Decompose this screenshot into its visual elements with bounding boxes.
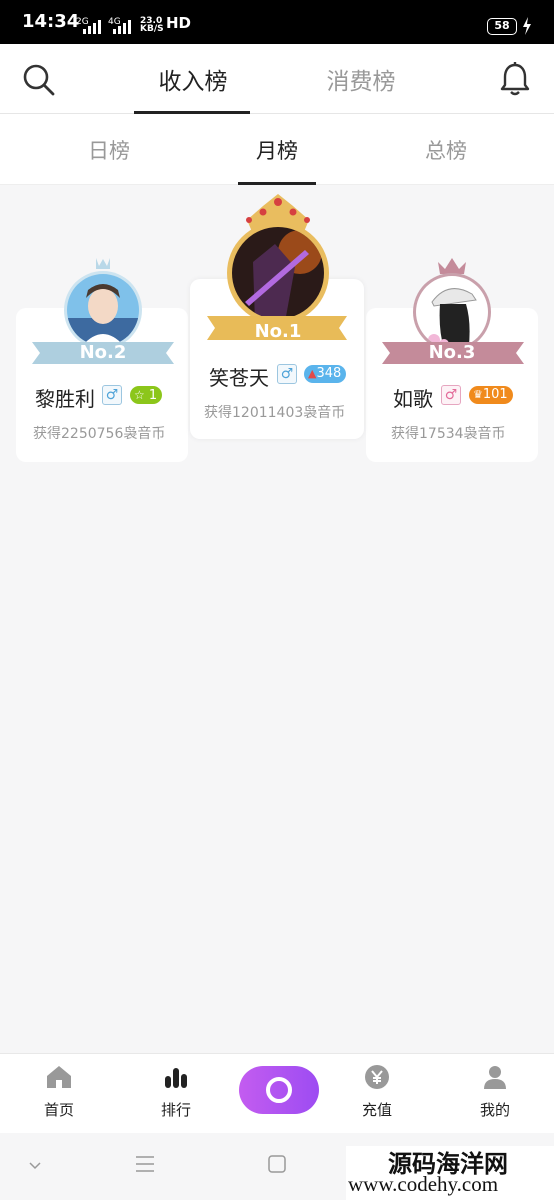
bell-icon[interactable] — [497, 61, 533, 97]
nav-recharge[interactable]: 充值 — [337, 1064, 417, 1120]
period-tabs: 日榜 月榜 总榜 — [0, 114, 554, 185]
watermark-url: www.codehy.com — [348, 1172, 499, 1196]
header: 收入榜 消费榜 — [0, 44, 554, 114]
earnings-text-1: 获得12011403袅音币 — [204, 405, 346, 421]
nav-home[interactable]: 首页 — [19, 1064, 99, 1120]
status-time: 14:34 — [22, 11, 80, 32]
battery-indicator: 58 — [487, 18, 517, 35]
menu-icon[interactable] — [135, 1155, 155, 1173]
tab-total[interactable]: 总榜 — [401, 135, 491, 185]
status-bar: 14:34 2G 4G 23.0 KB/S HD 58 — [0, 0, 554, 44]
network-speed: 23.0 KB/S — [140, 16, 164, 34]
tab-daily[interactable]: 日榜 — [64, 135, 154, 185]
user-name-3[interactable]: 如歌 — [393, 383, 433, 412]
search-icon[interactable] — [20, 61, 56, 97]
home-square-icon[interactable] — [268, 1155, 286, 1173]
tab-monthly[interactable]: 月榜 — [232, 135, 322, 185]
user-name-1[interactable]: 笑苍天 — [209, 362, 269, 391]
home-icon — [47, 1066, 71, 1088]
hd-indicator: HD — [166, 14, 192, 32]
level-badge-2: ☆ 1 — [130, 386, 163, 404]
level-badge-3: ♛101 — [469, 386, 513, 404]
live-center-button[interactable] — [239, 1066, 319, 1114]
active-subtab-indicator — [238, 182, 316, 185]
user-name-2[interactable]: 黎胜利 — [35, 383, 95, 412]
rank-label-2: No.2 — [79, 342, 127, 363]
record-icon — [266, 1077, 292, 1103]
rank-label-1: No.1 — [254, 321, 302, 342]
tab-income-ranking[interactable]: 收入榜 — [134, 62, 252, 114]
gender-icon: ♂ — [441, 385, 461, 405]
nav-ranking[interactable]: 排行 — [136, 1064, 216, 1120]
signal-icon — [83, 20, 101, 34]
rank-label-3: No.3 — [428, 342, 476, 363]
signal-icon-2 — [113, 20, 131, 34]
tab-spending-ranking[interactable]: 消费榜 — [302, 62, 420, 114]
level-badge-1: ▲348 — [304, 365, 347, 383]
yen-coin-icon — [365, 1065, 389, 1089]
male-gender-icon: ♂ — [102, 385, 122, 405]
ranking-icon — [165, 1068, 187, 1088]
earnings-text-3: 获得17534袅音币 — [391, 426, 506, 442]
user-icon — [484, 1066, 506, 1089]
nav-mine[interactable]: 我的 — [455, 1064, 535, 1120]
charging-icon — [523, 17, 531, 35]
male-gender-icon: ♂ — [277, 364, 297, 384]
collapse-icon[interactable] — [28, 1161, 42, 1171]
earnings-text-2: 获得2250756袅音币 — [33, 426, 166, 442]
bottom-navigation: 首页 排行 充值 我的 — [0, 1053, 554, 1133]
